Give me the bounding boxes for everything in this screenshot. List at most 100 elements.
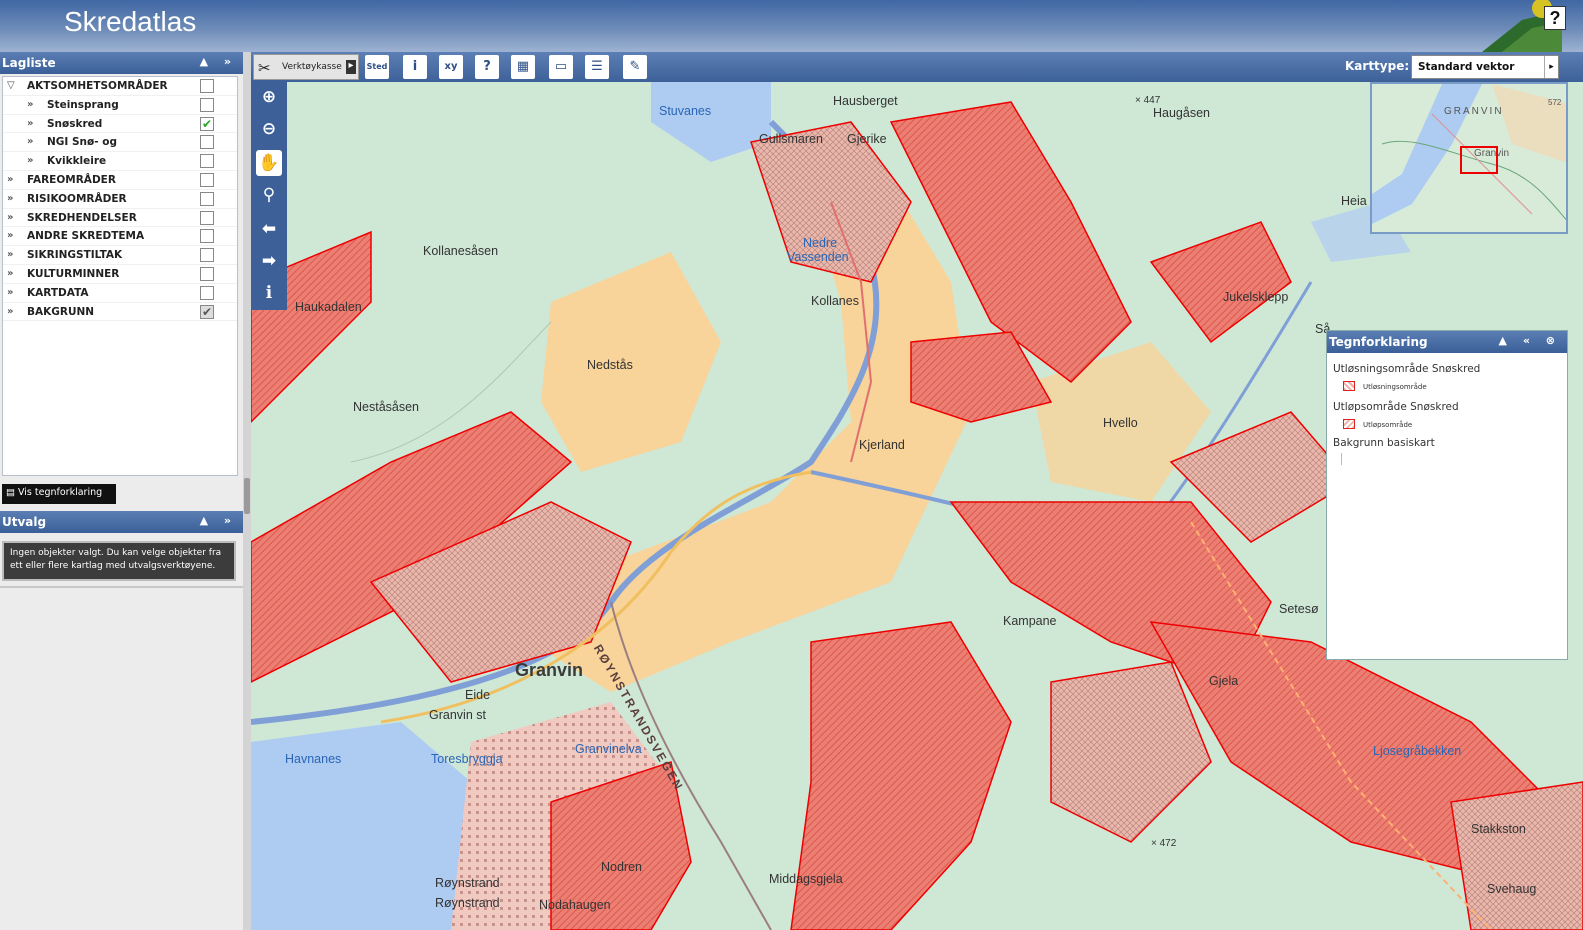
overview-extent-box[interactable]: [1460, 146, 1498, 174]
map-label: Granvin: [515, 660, 584, 680]
coordinate-icon[interactable]: xy: [439, 55, 463, 79]
layer-row-aktsomhetsomrader[interactable]: ▽ AKTSOMHETSOMRÅDER: [3, 77, 237, 96]
layer-row-andre-skredtema[interactable]: » ANDRE SKREDTEMA: [3, 227, 237, 247]
legend-divider: [1341, 453, 1342, 465]
legend-heading: Utløpsområde Snøskred: [1333, 401, 1459, 413]
legend-panel-header: Tegnforklaring ▲ « ⊗: [1327, 331, 1567, 353]
runout-swatch: [1343, 419, 1355, 429]
toolbox-label: Verktøykasse: [282, 62, 342, 72]
map-label: Jukelsklepp: [1223, 290, 1289, 304]
map-label: Gjela: [1209, 674, 1239, 688]
map-label: Stakkston: [1471, 822, 1526, 836]
layer-checkbox[interactable]: [200, 154, 214, 169]
expand-icon[interactable]: »: [27, 99, 33, 110]
legend-panel-controls[interactable]: ▲ « ⊗: [1499, 334, 1561, 347]
layer-checkbox[interactable]: [200, 191, 214, 206]
layer-checkbox[interactable]: [200, 266, 214, 281]
layer-row-sikringstiltak[interactable]: » SIKRINGSTILTAK: [3, 246, 237, 265]
layer-checkbox[interactable]: [200, 285, 214, 300]
selection-panel-header: Utvalg ▲ »: [0, 511, 243, 533]
map-label: Haukadalen: [295, 300, 362, 314]
app-header: Skredatlas ?: [0, 0, 1583, 52]
expand-icon[interactable]: »: [7, 249, 13, 260]
grid-icon[interactable]: ▦: [511, 55, 535, 79]
magnifier-icon[interactable]: ⚲: [256, 182, 282, 208]
selection-message: Ingen objekter valgt. Du kan velge objek…: [2, 541, 236, 581]
layer-label: KULTURMINNER: [27, 267, 120, 280]
layer-row-ngi[interactable]: » NGI Snø- og: [3, 133, 237, 153]
expand-icon[interactable]: »: [7, 268, 13, 279]
legend-heading: Utløsningsområde Snøskred: [1333, 363, 1481, 375]
layer-label: BAKGRUNN: [27, 305, 95, 318]
layer-checkbox[interactable]: [200, 79, 214, 93]
help-button[interactable]: ?: [1544, 6, 1566, 30]
map-label: Ljosegråbekken: [1373, 744, 1462, 758]
info-icon[interactable]: i: [403, 55, 427, 79]
layer-label: AKTSOMHETSOMRÅDER: [27, 80, 168, 92]
legend-item: Utløpsområde: [1363, 421, 1413, 429]
map-type-value: Standard vektor: [1418, 61, 1515, 73]
layer-row-kartdata[interactable]: » KARTDATA: [3, 284, 237, 303]
layer-row-fareomrader[interactable]: » FAREOMRÅDER: [3, 171, 237, 190]
show-legend-button[interactable]: ▤ Vis tegnforklaring: [2, 484, 116, 504]
map-toolbar: ✂ Verktøykasse ▸ Sted i xy ? ▦ ▭ ☰ ✎ Kar…: [251, 52, 1583, 82]
layer-row-risikoomrader[interactable]: » RISIKOOMRÅDER: [3, 190, 237, 209]
list-icon[interactable]: ☰: [585, 55, 609, 79]
overview-map[interactable]: GRANVIN Granvin 572: [1370, 82, 1568, 234]
expand-icon[interactable]: »: [7, 287, 13, 298]
layer-checkbox[interactable]: [200, 210, 214, 225]
layer-row-snoskred[interactable]: » Snøskred ✔: [3, 115, 237, 134]
expand-icon[interactable]: »: [7, 212, 13, 223]
layer-label: SIKRINGSTILTAK: [27, 249, 123, 262]
comment-icon[interactable]: ▭: [549, 55, 573, 79]
expand-icon[interactable]: »: [7, 174, 13, 185]
pan-hand-icon[interactable]: ✋: [256, 150, 282, 176]
measure-icon[interactable]: ?: [475, 55, 499, 79]
layer-checkbox[interactable]: [200, 172, 214, 187]
expand-icon[interactable]: »: [27, 155, 33, 166]
layers-panel-title: Lagliste: [2, 56, 56, 70]
arrow-left-icon[interactable]: ⬅: [256, 216, 282, 242]
layer-checkbox-checked[interactable]: ✔: [200, 304, 214, 319]
draw-icon[interactable]: ✎: [623, 55, 647, 79]
layer-row-kulturminner[interactable]: » KULTURMINNER: [3, 265, 237, 284]
legend-panel: Tegnforklaring ▲ « ⊗ Utløsningsområde Sn…: [1326, 330, 1568, 660]
layer-row-kvikkleire[interactable]: » Kvikkleire: [3, 152, 237, 171]
layer-row-bakgrunn[interactable]: » BAKGRUNN ✔: [3, 303, 237, 322]
layer-checkbox[interactable]: [200, 229, 214, 244]
layers-panel-controls[interactable]: ▲ »: [200, 55, 237, 68]
selection-panel-controls[interactable]: ▲ »: [200, 514, 237, 527]
arrow-right-icon[interactable]: ➡: [256, 248, 282, 274]
map-label: Røynstrand: [435, 896, 500, 910]
toolbox-button[interactable]: ✂ Verktøykasse ▸: [253, 54, 359, 80]
zoom-out-icon[interactable]: ⊖: [256, 116, 282, 142]
map-type-select[interactable]: Standard vektor ▸: [1411, 55, 1559, 79]
info-icon[interactable]: ℹ: [256, 280, 282, 306]
map-label: Eide: [465, 688, 491, 702]
layer-checkbox-checked[interactable]: ✔: [200, 116, 214, 131]
layer-row-steinsprang[interactable]: » Steinsprang: [3, 96, 237, 115]
map-label: Vassenden: [787, 250, 849, 264]
layer-checkbox[interactable]: [200, 135, 214, 150]
collapse-icon[interactable]: ▽: [7, 80, 15, 91]
place-search-icon[interactable]: Sted: [365, 55, 389, 79]
map-label: Granvinelva: [575, 742, 642, 756]
expand-icon[interactable]: »: [27, 136, 33, 147]
layer-checkbox[interactable]: [200, 97, 214, 112]
zoom-in-icon[interactable]: ⊕: [256, 84, 282, 110]
splitter-handle[interactable]: [244, 478, 250, 514]
caret-right-icon: ▸: [346, 60, 356, 74]
map-label: Nodahaugen: [539, 898, 611, 912]
layer-label: ANDRE SKREDTEMA: [27, 230, 145, 243]
map-label: Kjerland: [859, 438, 905, 452]
expand-icon[interactable]: »: [27, 118, 33, 129]
layer-checkbox[interactable]: [200, 248, 214, 263]
map-label: Kollanesåsen: [423, 244, 499, 258]
layer-row-skredhendelser[interactable]: » SKREDHENDELSER: [3, 209, 237, 228]
expand-icon[interactable]: »: [7, 230, 13, 241]
expand-icon[interactable]: »: [7, 193, 13, 204]
expand-icon[interactable]: »: [7, 306, 13, 317]
map-label: × 472: [1151, 838, 1177, 849]
layer-label: SKREDHENDELSER: [27, 211, 137, 224]
map-label: Haugåsen: [1153, 106, 1210, 120]
